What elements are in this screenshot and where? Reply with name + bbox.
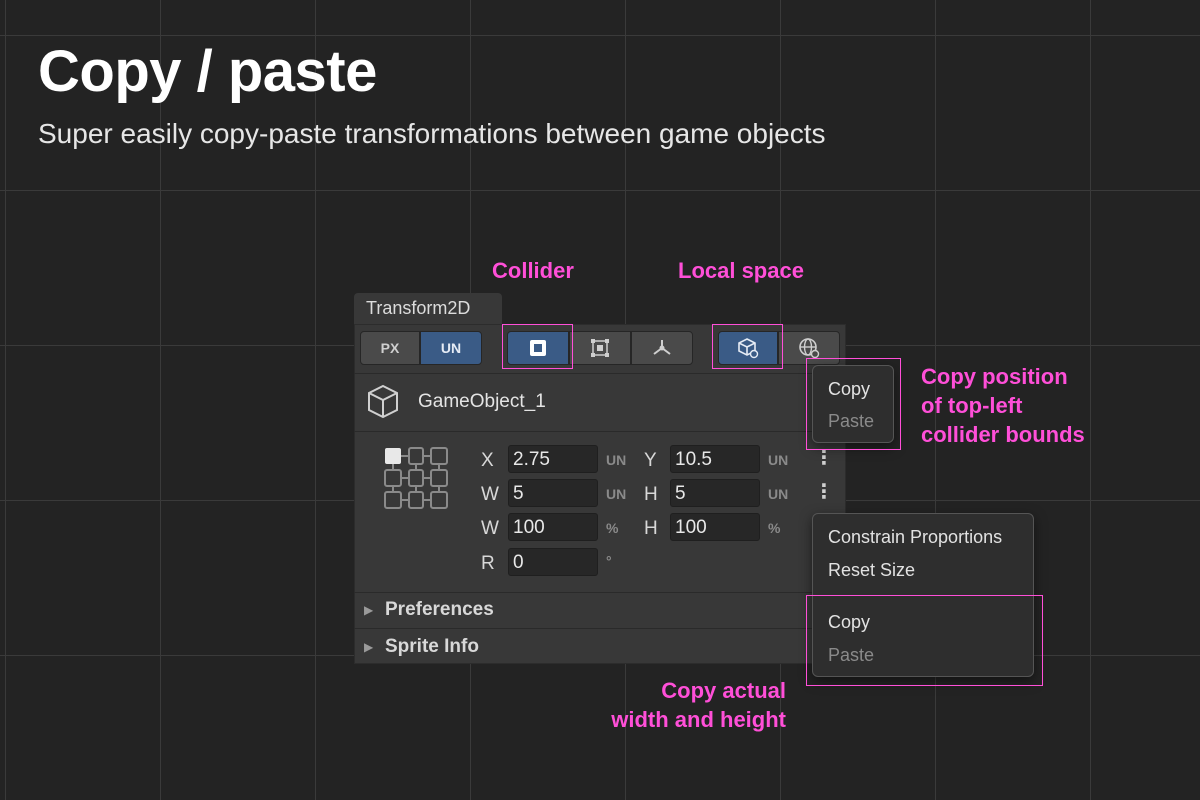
highlight-collider	[502, 324, 573, 369]
y-label: Y	[644, 450, 657, 471]
size-more-icon[interactable]: ⋮	[814, 482, 834, 502]
height-percent-field[interactable]: 100	[670, 513, 760, 541]
reset-size-item[interactable]: Reset Size	[828, 560, 915, 581]
width-label: W	[481, 484, 499, 505]
x-position-field[interactable]: 2.75	[508, 445, 598, 473]
height-label: H	[644, 484, 658, 505]
width-unit: UN	[606, 486, 627, 502]
height-unit: UN	[768, 486, 789, 502]
pivot-icon	[653, 340, 671, 355]
preferences-foldout[interactable]: Preferences	[385, 599, 494, 621]
constrain-proportions-item[interactable]: Constrain Proportions	[828, 527, 1002, 548]
foldout-divider-1	[354, 592, 846, 593]
highlight-position-menu	[806, 358, 901, 450]
preferences-arrow-icon[interactable]: ▶	[364, 603, 373, 617]
width-percent-label: W	[481, 518, 499, 539]
anchor-grid-icon[interactable]	[383, 446, 451, 512]
rotation-label: R	[481, 553, 495, 574]
unit-px-button[interactable]: PX	[360, 331, 420, 365]
toolbar-divider	[354, 373, 846, 374]
height-percent-label: H	[644, 518, 658, 539]
page-title: Copy / paste	[38, 39, 377, 104]
sprite-info-arrow-icon[interactable]: ▶	[364, 640, 373, 654]
rotation-unit: °	[606, 553, 612, 569]
page-subtitle: Super easily copy-paste transformations …	[38, 118, 826, 149]
height-percent-unit: %	[768, 520, 781, 536]
annotation-local-space: Local space	[678, 258, 804, 283]
y-unit: UN	[768, 452, 789, 468]
sprite-info-foldout[interactable]: Sprite Info	[385, 636, 479, 658]
bounds-mode-button[interactable]	[569, 331, 631, 365]
annotation-copy-position: Copy position of top-left collider bound…	[921, 364, 1085, 447]
width-percent-unit: %	[606, 520, 619, 536]
position-more-icon[interactable]: ⋮	[814, 448, 834, 468]
width-field[interactable]: 5	[508, 479, 598, 507]
object-divider	[354, 431, 846, 432]
annotation-collider: Collider	[492, 258, 574, 283]
annotation-copy-size: Copy actual width and height	[611, 678, 786, 732]
pivot-mode-button[interactable]	[631, 331, 693, 365]
unit-un-button[interactable]: UN	[420, 331, 482, 365]
rotation-field[interactable]: 0	[508, 548, 598, 576]
globe-icon	[799, 338, 820, 359]
x-unit: UN	[606, 452, 627, 468]
y-position-field[interactable]: 10.5	[670, 445, 760, 473]
foldout-divider-2	[354, 628, 846, 629]
width-percent-field[interactable]: 100	[508, 513, 598, 541]
game-object-cube-icon	[368, 384, 398, 419]
highlight-size-menu	[806, 595, 1043, 686]
highlight-local-space	[712, 324, 783, 369]
x-label: X	[481, 450, 494, 471]
game-object-name: GameObject_1	[418, 391, 546, 412]
height-field[interactable]: 5	[670, 479, 760, 507]
tab-transform2d[interactable]: Transform2D	[354, 293, 502, 325]
bounds-icon	[591, 339, 609, 357]
